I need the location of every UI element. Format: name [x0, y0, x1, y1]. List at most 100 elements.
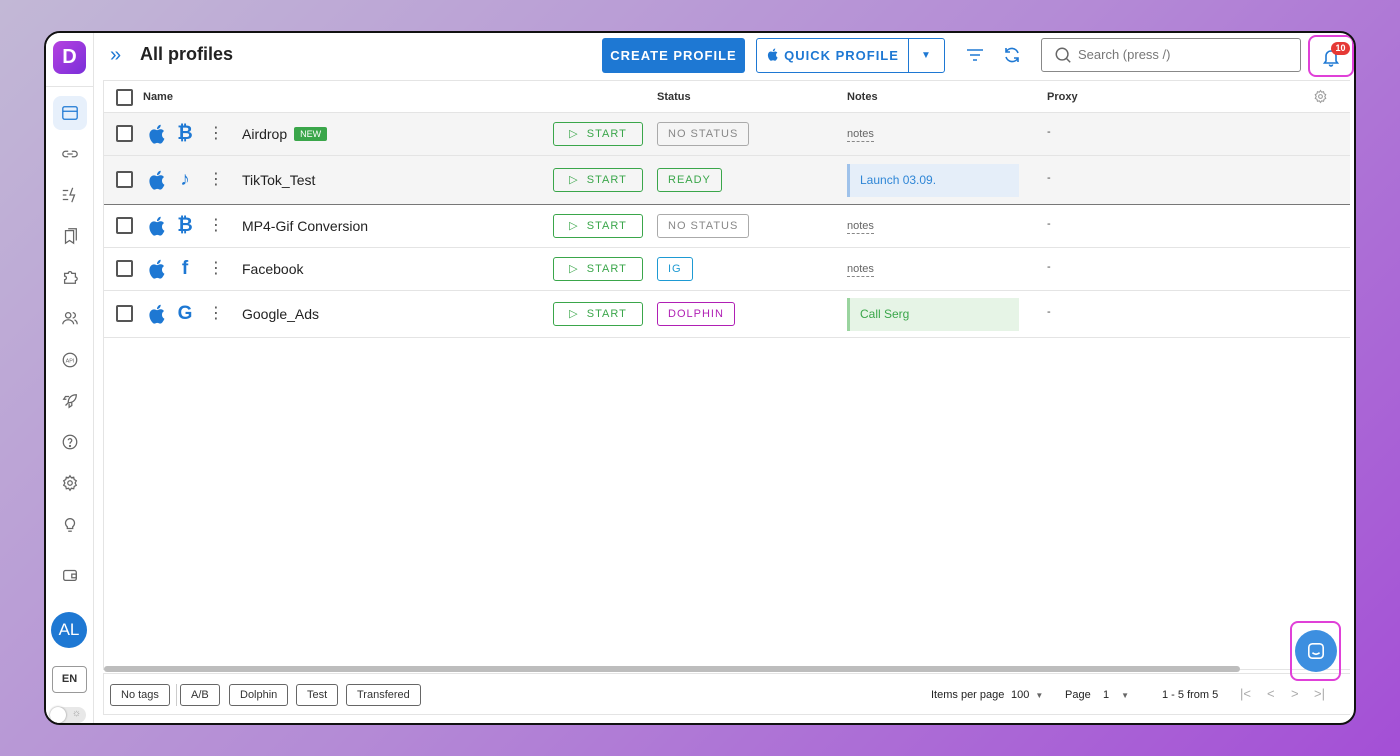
table-footer: No tags A/B Dolphin Test Transfered Item…	[103, 673, 1350, 715]
apple-icon	[148, 124, 165, 144]
play-icon: ▷	[569, 263, 579, 275]
profile-name[interactable]: TikTok_Test	[242, 171, 315, 189]
tag-transfered[interactable]: Transfered	[346, 684, 421, 706]
profile-name-text: Facebook	[242, 261, 304, 277]
table-row[interactable]: ₿ ⋮ Airdrop NEW ▷ START NO STATUS notes -	[104, 113, 1350, 156]
notes-link[interactable]: notes	[847, 128, 874, 142]
support-chat-highlight	[1290, 621, 1341, 681]
start-label: START	[586, 128, 627, 140]
sidebar: D API AL EN ☼	[46, 33, 94, 723]
proxy-value: -	[1047, 172, 1051, 184]
create-profile-button[interactable]: CREATE PROFILE	[602, 38, 745, 73]
more-options-icon[interactable]: ⋮	[208, 216, 224, 236]
notifications-button[interactable]: 10	[1308, 35, 1354, 77]
quick-profile-main[interactable]: QUICK PROFILE	[757, 39, 909, 72]
user-avatar[interactable]: AL	[51, 612, 87, 648]
table-row[interactable]: ♪ ⋮ TikTok_Test ▷ START READY Launch 03.09. -	[104, 156, 1350, 205]
next-page-icon[interactable]: >	[1291, 686, 1299, 701]
sidebar-item-automation[interactable]	[53, 178, 87, 212]
table-row[interactable]: f ⋮ Facebook ▷ START IG notes -	[104, 248, 1350, 291]
sidebar-item-ideas[interactable]	[53, 507, 87, 541]
tag-ab[interactable]: A/B	[180, 684, 220, 706]
sidebar-item-launch[interactable]	[53, 384, 87, 418]
items-per-page-label: Items per page	[931, 689, 1005, 701]
start-button[interactable]: ▷ START	[553, 168, 643, 192]
table-row[interactable]: ₿ ⋮ MP4-Gif Conversion ▷ START NO STATUS note…	[104, 205, 1350, 248]
column-header-proxy[interactable]: Proxy	[1047, 91, 1078, 103]
start-label: START	[586, 308, 627, 320]
facebook-icon: f	[181, 258, 189, 279]
profile-name[interactable]: Airdrop NEW	[242, 125, 328, 143]
column-header-name[interactable]: Name	[143, 91, 173, 103]
last-page-icon[interactable]: >|	[1314, 686, 1325, 701]
table-settings-icon[interactable]	[1313, 89, 1328, 104]
items-per-page-select[interactable]: 100 ▼	[1011, 688, 1043, 703]
status-badge[interactable]: NO STATUS	[657, 122, 750, 146]
svg-text:API: API	[66, 358, 75, 364]
search-input[interactable]: Search (press /)	[1041, 38, 1301, 72]
row-checkbox[interactable]	[116, 305, 133, 322]
tag-no-tags[interactable]: No tags	[110, 684, 170, 706]
row-checkbox[interactable]	[116, 125, 133, 142]
row-checkbox[interactable]	[116, 171, 133, 188]
more-options-icon[interactable]: ⋮	[208, 170, 224, 190]
tag-test[interactable]: Test	[296, 684, 339, 706]
search-icon	[1055, 47, 1071, 63]
status-badge[interactable]: READY	[657, 168, 722, 192]
status-badge[interactable]: IG	[657, 257, 693, 281]
page-select[interactable]: 1 ▼	[1103, 688, 1129, 703]
more-options-icon[interactable]: ⋮	[208, 304, 224, 324]
theme-toggle[interactable]: ☼	[50, 707, 86, 723]
profile-name[interactable]: Facebook	[242, 260, 303, 278]
play-icon: ▷	[569, 308, 579, 320]
column-header-notes[interactable]: Notes	[847, 91, 878, 103]
row-checkbox[interactable]	[116, 260, 133, 277]
tag-dolphin[interactable]: Dolphin	[229, 684, 289, 706]
select-all-checkbox[interactable]	[116, 89, 133, 106]
sidebar-item-profiles[interactable]	[53, 96, 87, 130]
language-switch[interactable]: EN	[52, 666, 87, 693]
sidebar-item-api[interactable]: API	[53, 343, 87, 377]
note-card[interactable]: Launch 03.09.	[847, 164, 1019, 197]
sidebar-item-help[interactable]	[53, 425, 87, 459]
sidebar-item-links[interactable]	[53, 137, 87, 171]
start-button[interactable]: ▷ START	[553, 122, 643, 146]
row-checkbox[interactable]	[116, 217, 133, 234]
notes-link[interactable]: notes	[847, 263, 874, 277]
expand-sidebar-icon[interactable]: »	[110, 45, 121, 65]
apple-icon	[148, 259, 165, 279]
sidebar-item-bookmarks[interactable]	[53, 219, 87, 253]
table-row[interactable]: G ⋮ Google_Ads ▷ START DOLPHIN Call Serg -	[104, 291, 1350, 338]
first-page-icon[interactable]: |<	[1240, 686, 1251, 701]
top-bar: » All profiles CREATE PROFILE QUICK PROF…	[94, 33, 1354, 79]
refresh-icon[interactable]	[1001, 44, 1023, 66]
horizontal-scrollbar[interactable]	[104, 666, 1240, 672]
start-button[interactable]: ▷ START	[553, 257, 643, 281]
profile-name[interactable]: MP4-Gif Conversion	[242, 217, 368, 235]
sidebar-item-extensions[interactable]	[53, 260, 87, 294]
start-button[interactable]: ▷ START	[553, 302, 643, 326]
app-logo[interactable]: D	[53, 41, 86, 74]
proxy-value: -	[1047, 218, 1051, 230]
sidebar-item-wallet[interactable]	[53, 558, 87, 592]
link-icon	[62, 150, 78, 158]
filter-icon[interactable]	[964, 44, 986, 66]
note-card[interactable]: Call Serg	[847, 298, 1019, 331]
more-options-icon[interactable]: ⋮	[208, 124, 224, 144]
sidebar-item-settings[interactable]	[53, 466, 87, 500]
prev-page-icon[interactable]: <	[1267, 686, 1275, 701]
status-badge[interactable]: DOLPHIN	[657, 302, 735, 326]
help-icon	[62, 434, 78, 450]
notes-link[interactable]: notes	[847, 220, 874, 234]
status-badge[interactable]: NO STATUS	[657, 214, 750, 238]
sidebar-item-users[interactable]	[53, 301, 87, 335]
proxy-value: -	[1047, 306, 1051, 318]
profile-name[interactable]: Google_Ads	[242, 305, 319, 323]
more-options-icon[interactable]: ⋮	[208, 259, 224, 279]
quick-profile-button[interactable]: QUICK PROFILE ▼	[756, 38, 945, 73]
quick-profile-dropdown-icon[interactable]: ▼	[908, 39, 944, 72]
column-header-status[interactable]: Status	[657, 91, 691, 103]
puzzle-icon	[63, 270, 78, 284]
start-button[interactable]: ▷ START	[553, 214, 643, 238]
support-chat-button[interactable]	[1295, 630, 1337, 672]
